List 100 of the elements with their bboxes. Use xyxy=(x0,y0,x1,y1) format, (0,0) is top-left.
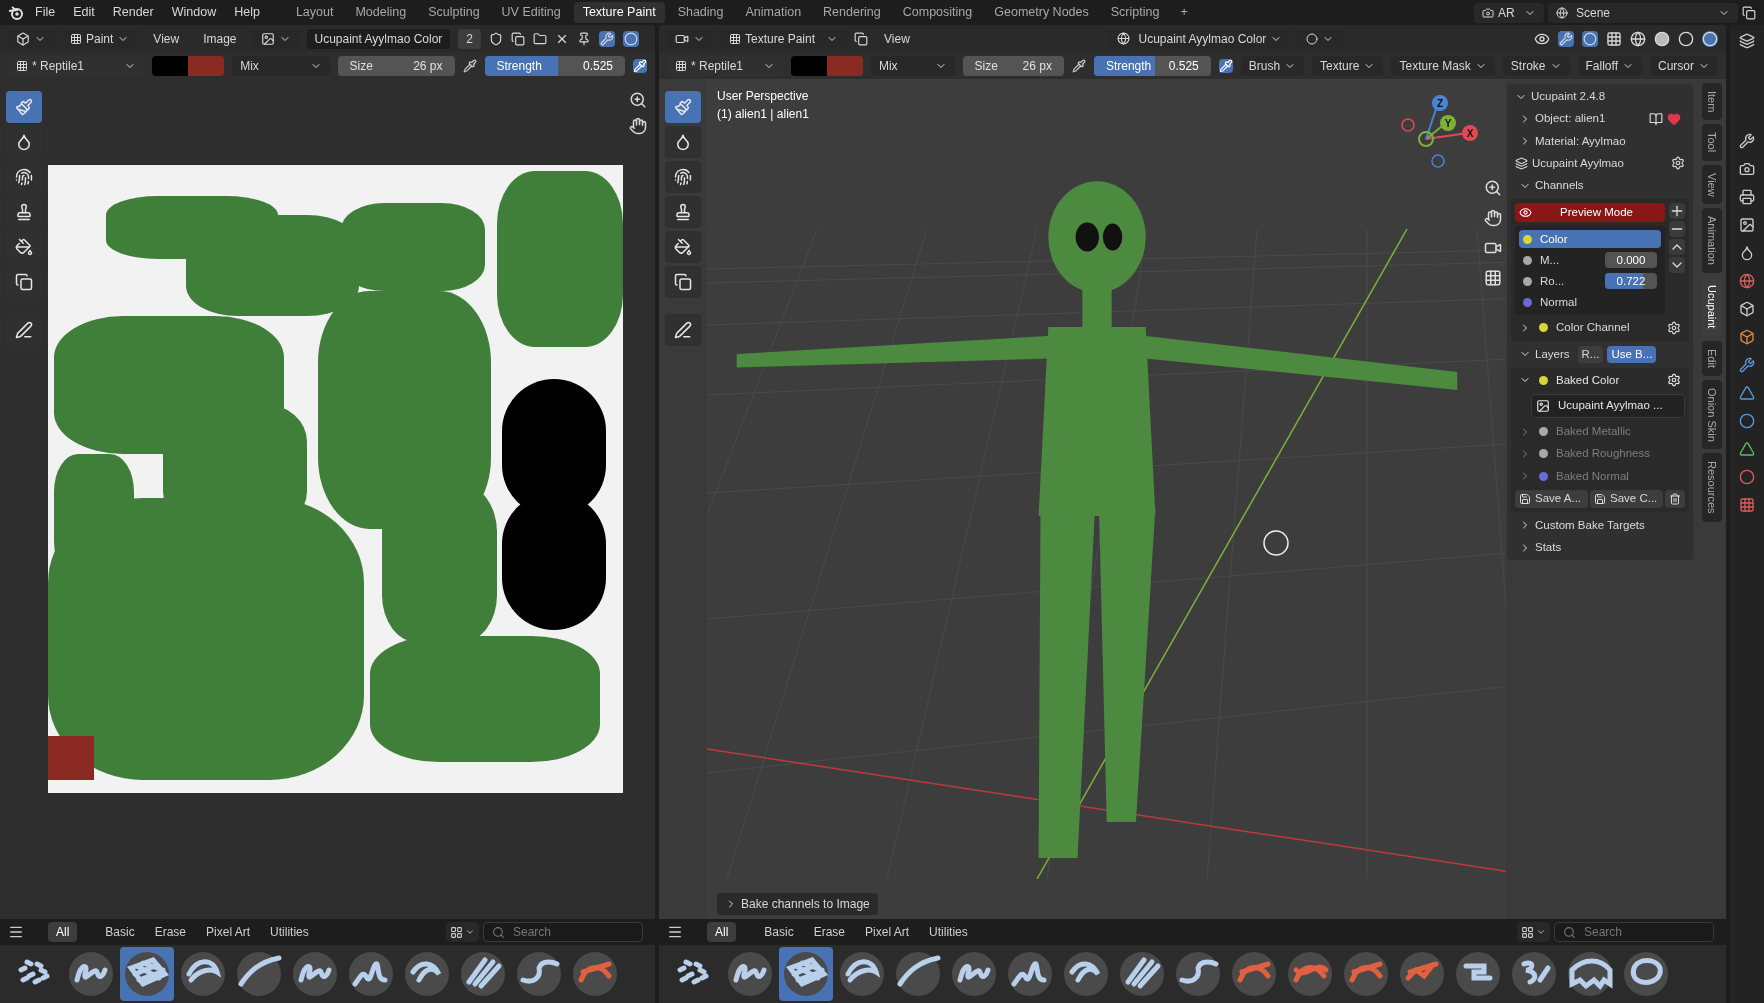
header-menu-dropdown[interactable]: Falloff xyxy=(1577,55,1642,76)
pin-icon[interactable] xyxy=(577,31,592,46)
channel-value-slider[interactable]: 0.000 xyxy=(1605,252,1657,269)
workspace-tab[interactable]: Compositing xyxy=(893,2,982,23)
copy-icon[interactable] xyxy=(1742,5,1756,20)
world-icon[interactable] xyxy=(1739,273,1755,289)
header-menu[interactable]: Image xyxy=(195,29,245,48)
section-header[interactable]: Stats xyxy=(1535,539,1562,557)
layer-option-button[interactable]: Use B... xyxy=(1607,345,1657,363)
move-up-icon[interactable] xyxy=(1669,239,1685,256)
channel-row[interactable]: M... 0.000 xyxy=(1519,251,1661,270)
tool-button[interactable] xyxy=(665,314,701,346)
copy-icon[interactable] xyxy=(854,31,868,46)
tool-icon[interactable] xyxy=(599,30,616,47)
layer-option-button[interactable]: R... xyxy=(1577,345,1604,363)
tool-button[interactable] xyxy=(665,161,701,193)
menu-icon[interactable] xyxy=(8,924,24,940)
shield-icon[interactable] xyxy=(489,31,504,46)
menu-item[interactable]: File xyxy=(28,3,63,22)
move-down-icon[interactable] xyxy=(1669,257,1685,274)
section-header[interactable]: Channels xyxy=(1535,177,1584,195)
shelf-tab[interactable]: Basic xyxy=(756,922,802,942)
shelf-tab[interactable]: Pixel Art xyxy=(198,922,259,942)
preview-mode-button[interactable]: Preview Mode xyxy=(1515,203,1665,223)
zoom-icon[interactable] xyxy=(1484,179,1502,197)
view-options-button[interactable] xyxy=(1517,922,1550,942)
primary-color-swatch[interactable] xyxy=(152,55,189,76)
blend-mode-dropdown[interactable]: Mix xyxy=(870,55,955,76)
tool-button[interactable] xyxy=(665,266,701,298)
header-menu-dropdown[interactable]: Texture Mask xyxy=(1391,55,1495,76)
user-count[interactable]: 2 xyxy=(458,28,482,49)
view-layer-selector[interactable]: AR xyxy=(1474,2,1544,23)
folder-icon[interactable] xyxy=(533,31,548,46)
layer-row[interactable]: Baked Metallic xyxy=(1515,423,1685,441)
sidebar-tab[interactable]: Item xyxy=(1702,83,1722,121)
sidebar-tab[interactable]: View xyxy=(1702,164,1722,205)
shelf-tab[interactable]: Erase xyxy=(146,922,195,942)
settings-icon[interactable] xyxy=(1667,320,1681,335)
size-field[interactable]: Size 26 px xyxy=(962,55,1064,76)
sidebar-tab[interactable]: Tool xyxy=(1702,124,1722,161)
strength-slider[interactable]: Strength 0.525 xyxy=(484,55,625,76)
size-field[interactable]: Size 26 px xyxy=(337,55,455,76)
header-menu-dropdown[interactable]: Texture xyxy=(1312,55,1384,76)
menu-icon[interactable] xyxy=(667,924,683,940)
section-header[interactable]: Layers xyxy=(1535,345,1570,363)
sidebar-tab[interactable]: Edit xyxy=(1702,340,1722,376)
hand-icon[interactable] xyxy=(1484,209,1502,227)
sidebar-tab[interactable]: Animation xyxy=(1702,208,1722,274)
header-menu[interactable]: View xyxy=(876,29,918,48)
operator-panel[interactable]: Bake channels to Image xyxy=(717,893,878,915)
layer-row[interactable]: Baked Color xyxy=(1515,371,1685,389)
add-workspace-button[interactable]: + xyxy=(1172,3,1196,22)
workspace-tab[interactable]: Shading xyxy=(668,2,733,23)
workspace-tab[interactable]: Layout xyxy=(286,2,343,23)
channel-row[interactable]: Normal xyxy=(1519,293,1661,312)
settings-icon[interactable] xyxy=(1671,156,1685,171)
sidebar-tab[interactable]: Onion Skin xyxy=(1702,379,1722,450)
header-menu-dropdown[interactable]: Cursor xyxy=(1650,55,1718,76)
section-header[interactable]: Custom Bake Targets xyxy=(1535,516,1645,534)
workspace-tab[interactable]: Geometry Nodes xyxy=(985,2,1098,23)
zoom-icon[interactable] xyxy=(629,91,647,109)
tool-button[interactable] xyxy=(665,196,701,228)
blend-mode-dropdown[interactable]: Mix xyxy=(232,55,330,76)
shelf-tab[interactable]: Utilities xyxy=(262,922,317,942)
pressure-icon[interactable] xyxy=(1218,58,1233,73)
shelf-tab[interactable]: Basic xyxy=(97,922,143,942)
layer-row[interactable]: Baked Normal xyxy=(1515,467,1685,485)
primary-color-swatch[interactable] xyxy=(790,55,827,76)
brush-preset-button[interactable] xyxy=(120,947,174,1001)
workspace-tab[interactable]: Rendering xyxy=(814,2,890,23)
copy-icon[interactable] xyxy=(511,31,526,46)
view-options-button[interactable] xyxy=(446,922,479,942)
delete-button[interactable] xyxy=(1665,489,1685,508)
channel-value-slider[interactable]: 0.722 xyxy=(1605,273,1657,290)
shelf-tab[interactable]: Erase xyxy=(805,922,854,942)
layer-row[interactable]: Baked Roughness xyxy=(1515,445,1685,463)
channel-row[interactable]: Ro... 0.722 xyxy=(1519,272,1661,291)
sidebar-tab[interactable]: Resources xyxy=(1702,453,1722,522)
save-button[interactable]: Save A... xyxy=(1515,489,1588,508)
layer-image-row[interactable]: Ucupaint Ayylmao ... xyxy=(1531,394,1685,418)
pressure-icon[interactable] xyxy=(1071,58,1086,73)
menu-item[interactable]: Window xyxy=(164,3,224,22)
secondary-color-swatch[interactable] xyxy=(188,55,225,76)
tool-button[interactable] xyxy=(665,231,701,263)
shelf-tab[interactable]: All xyxy=(48,922,78,942)
header-menu[interactable]: View xyxy=(145,29,188,48)
strength-slider[interactable]: Strength 0.525 xyxy=(1093,55,1211,76)
settings-icon[interactable] xyxy=(1667,373,1681,388)
pressure-icon[interactable] xyxy=(462,58,477,73)
workspace-tab[interactable]: UV Editing xyxy=(492,2,570,23)
image-name-field[interactable]: Ucupaint Ayylmao Color xyxy=(306,28,451,49)
shelf-tab[interactable]: Utilities xyxy=(921,922,976,942)
shelf-tab[interactable]: Pixel Art xyxy=(857,922,918,942)
axis-gizmo-drawing[interactable]: X Y Z xyxy=(1396,89,1476,169)
tool-button[interactable] xyxy=(665,126,701,158)
workspace-tab[interactable]: Scripting xyxy=(1101,2,1169,23)
header-menu-dropdown[interactable]: Stroke xyxy=(1502,55,1570,76)
menu-item[interactable]: Edit xyxy=(66,3,102,22)
workspace-tab[interactable]: Sculpting xyxy=(419,2,489,23)
header-menu-dropdown[interactable]: Brush xyxy=(1240,55,1305,76)
